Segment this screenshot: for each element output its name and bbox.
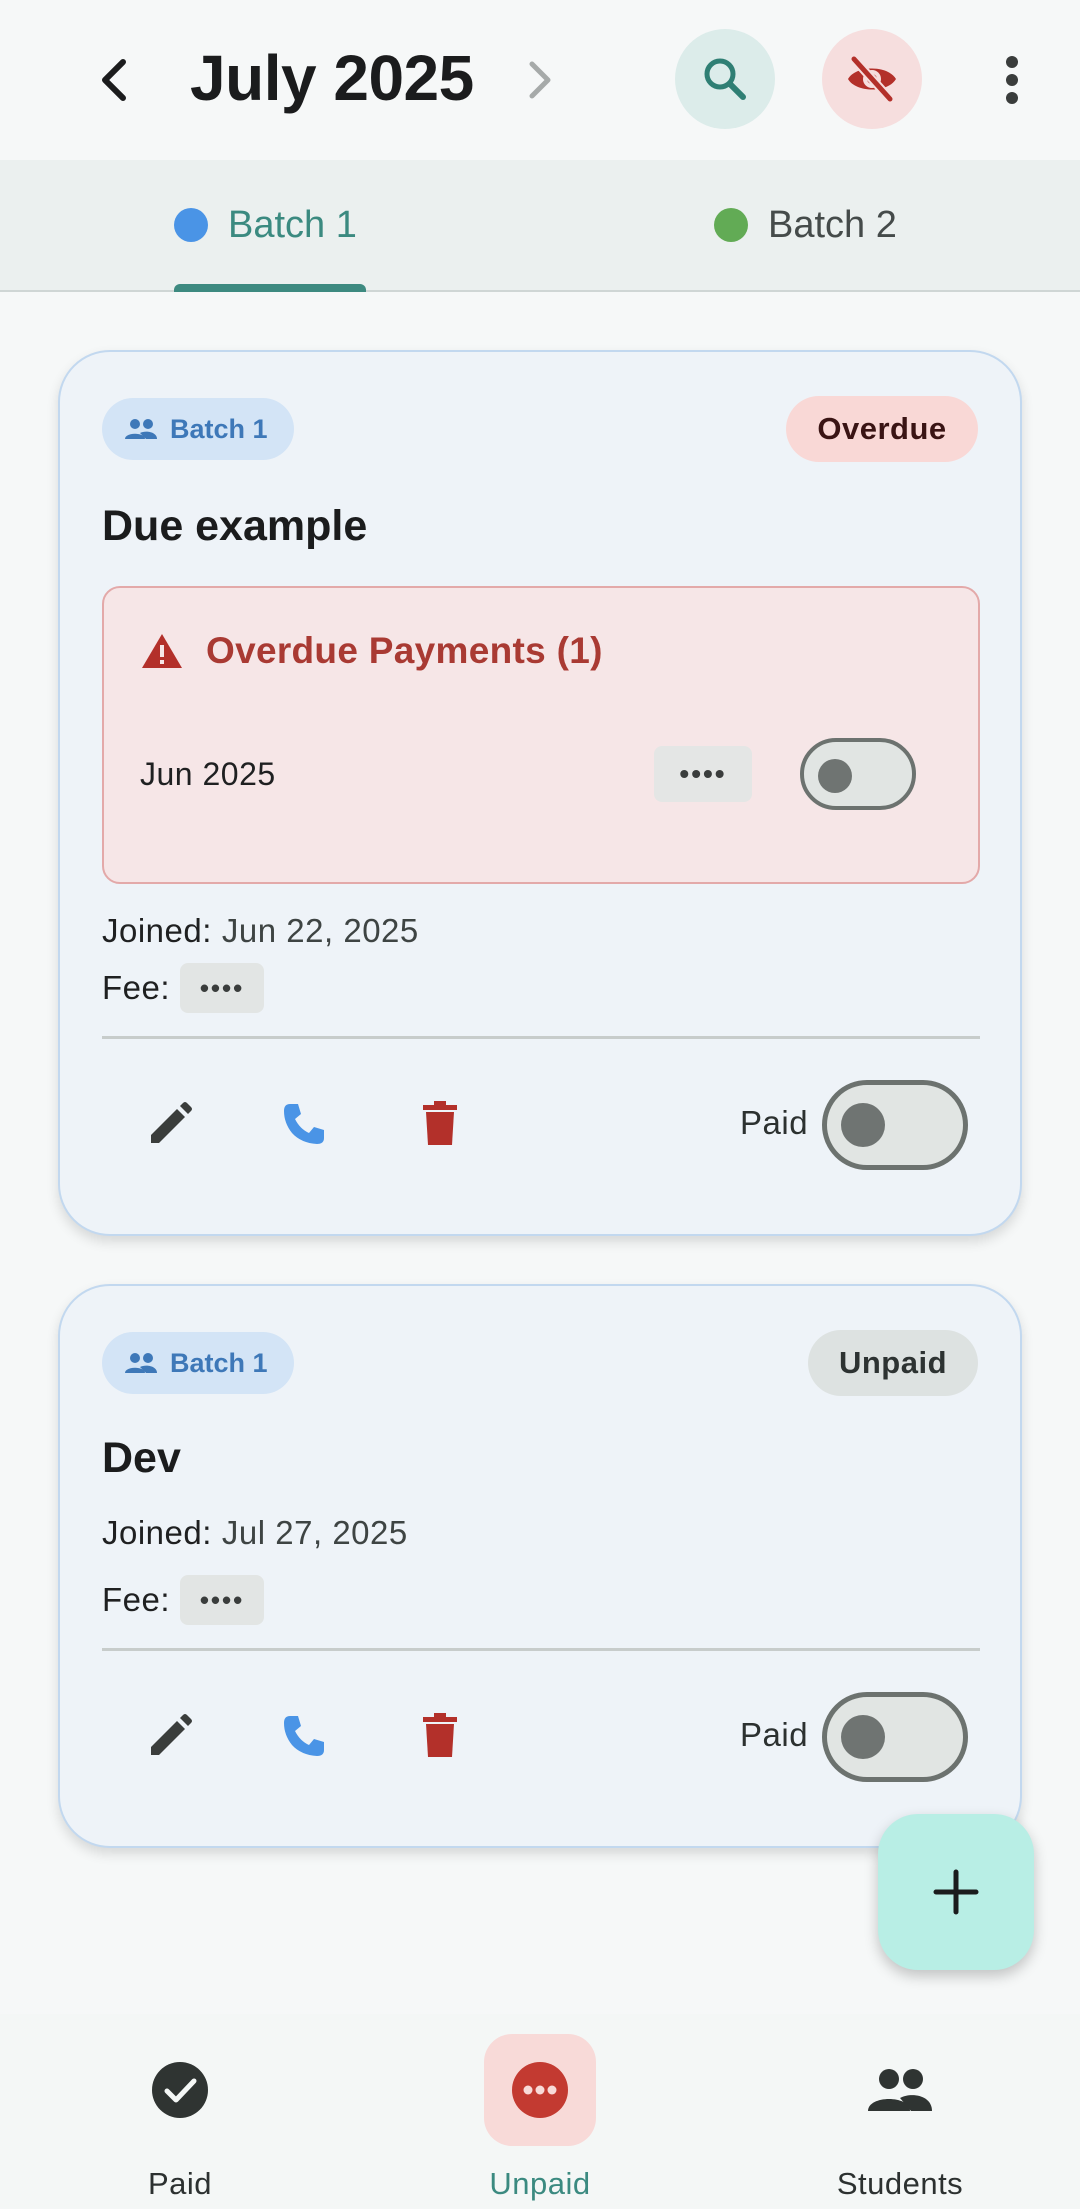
divider (102, 1036, 980, 1039)
batch-chip: Batch 1 (102, 398, 294, 460)
people-icon (125, 419, 157, 439)
call-button[interactable] (274, 1706, 334, 1766)
nav-label: Students (836, 2166, 964, 2201)
more-horiz-circle-icon (512, 2062, 568, 2118)
phone-icon (284, 1716, 324, 1756)
people-icon (868, 2069, 932, 2111)
more-vert-icon (1006, 56, 1018, 104)
joined-date: Jun 22, 2025 (221, 912, 419, 949)
student-name: Due example (102, 502, 368, 550)
fee-row: Fee: •••• (102, 1572, 265, 1628)
fee-label: Fee: (102, 1581, 171, 1618)
next-month-button[interactable] (516, 50, 564, 110)
nav-icon-container (484, 2034, 596, 2146)
warning-icon (142, 634, 182, 668)
overdue-paid-switch[interactable] (800, 738, 916, 810)
joined-label: Joined: (102, 912, 212, 949)
tab-batch-2[interactable]: Batch 2 (714, 160, 897, 290)
previous-month-button[interactable] (88, 50, 140, 110)
joined-row: Joined: Jul 27, 2025 (102, 1510, 408, 1556)
fee-label: Fee: (102, 969, 171, 1006)
switch-knob (818, 759, 852, 793)
overdue-month: Jun 2025 (140, 756, 276, 792)
switch-knob (841, 1103, 885, 1147)
nav-item-paid[interactable]: Paid (80, 2014, 280, 2209)
month-title: July 2025 (190, 42, 474, 114)
tab-indicator (174, 284, 366, 292)
divider (102, 1648, 980, 1651)
delete-icon (423, 1101, 457, 1145)
tab-batch-1[interactable]: Batch 1 (174, 160, 357, 290)
batch-color-dot (714, 208, 748, 242)
nav-label: Unpaid (489, 2166, 591, 2201)
student-card[interactable]: Batch 1 Overdue Due example Overdue Paym… (58, 350, 1022, 1236)
edit-icon (151, 1714, 192, 1755)
joined-date: Jul 27, 2025 (221, 1514, 408, 1551)
nav-icon-container (844, 2034, 956, 2146)
toggle-visibility-button[interactable] (822, 29, 922, 129)
edit-button[interactable] (140, 1094, 200, 1154)
check-circle-icon (152, 2062, 208, 2118)
overdue-amount: •••• (654, 746, 752, 802)
delete-button[interactable] (410, 1094, 470, 1154)
status-badge: Overdue (786, 396, 978, 462)
chevron-left-icon (102, 59, 126, 101)
nav-item-unpaid[interactable]: Unpaid (440, 2014, 640, 2209)
call-button[interactable] (274, 1094, 334, 1154)
bottom-navigation: Paid Unpaid Students (0, 2014, 1080, 2209)
status-badge: Unpaid (808, 1330, 978, 1396)
nav-icon-container (124, 2034, 236, 2146)
search-icon (704, 58, 746, 100)
people-icon (125, 1353, 157, 1373)
nav-item-students[interactable]: Students (800, 2014, 1000, 2209)
paid-label: Paid (740, 1104, 809, 1141)
batch-color-dot (174, 208, 208, 242)
batch-chip-label: Batch 1 (170, 413, 268, 444)
batch-chip: Batch 1 (102, 1332, 294, 1394)
edit-icon (151, 1102, 192, 1143)
student-name: Dev (102, 1434, 181, 1482)
tab-label: Batch 2 (768, 203, 897, 246)
paid-switch[interactable] (822, 1692, 968, 1782)
overdue-payments-panel: Overdue Payments (1) Jun 2025 •••• (102, 586, 980, 884)
chevron-right-icon (529, 61, 551, 99)
overdue-header: Overdue Payments (1) (140, 630, 603, 672)
tab-label: Batch 1 (228, 203, 357, 246)
phone-icon (284, 1104, 324, 1144)
eye-off-icon (848, 55, 896, 103)
add-student-button[interactable] (878, 1814, 1034, 1970)
joined-label: Joined: (102, 1514, 212, 1551)
fee-amount: •••• (180, 1575, 265, 1625)
edit-button[interactable] (140, 1706, 200, 1766)
overdue-title: Overdue Payments (1) (206, 630, 603, 671)
joined-row: Joined: Jun 22, 2025 (102, 908, 419, 954)
paid-label: Paid (740, 1716, 809, 1753)
fee-amount: •••• (180, 963, 265, 1013)
batch-tabs: Batch 1 Batch 2 (0, 160, 1080, 292)
paid-switch[interactable] (822, 1080, 968, 1170)
delete-button[interactable] (410, 1706, 470, 1766)
switch-knob (841, 1715, 885, 1759)
nav-label: Paid (147, 2166, 213, 2201)
delete-icon (423, 1713, 457, 1757)
batch-chip-label: Batch 1 (170, 1347, 268, 1378)
plus-icon (933, 1869, 979, 1915)
search-button[interactable] (675, 29, 775, 129)
student-card[interactable]: Batch 1 Unpaid Dev Joined: Jul 27, 2025 … (58, 1284, 1022, 1848)
more-options-button[interactable] (990, 48, 1034, 112)
fee-row: Fee: •••• (102, 958, 265, 1018)
top-app-bar: July 2025 (0, 0, 1080, 160)
